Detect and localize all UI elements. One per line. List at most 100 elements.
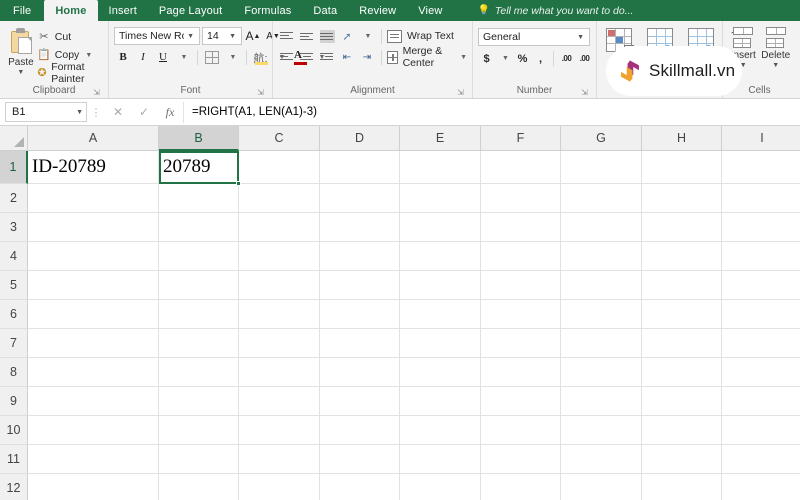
delete-caret-icon[interactable]: ▼ bbox=[772, 62, 779, 69]
tell-me-search[interactable]: 💡 Tell me what you want to do... bbox=[467, 0, 643, 21]
cell-B12[interactable] bbox=[159, 474, 239, 500]
underline-button[interactable]: U bbox=[154, 48, 172, 66]
cell-E4[interactable] bbox=[400, 242, 481, 271]
select-all-corner[interactable] bbox=[0, 126, 28, 151]
cell-G10[interactable] bbox=[561, 416, 642, 445]
cell-H10[interactable] bbox=[642, 416, 722, 445]
cell-F10[interactable] bbox=[481, 416, 561, 445]
cell-A5[interactable] bbox=[28, 271, 159, 300]
cell-A8[interactable] bbox=[28, 358, 159, 387]
decrease-indent-button[interactable]: ⇤ bbox=[338, 48, 356, 66]
column-header-B[interactable]: B bbox=[159, 126, 239, 151]
cell-I7[interactable] bbox=[722, 329, 800, 358]
cell-I4[interactable] bbox=[722, 242, 800, 271]
merge-center-button[interactable]: Merge & Center ▼ bbox=[386, 45, 467, 69]
align-center-button[interactable] bbox=[298, 48, 316, 66]
cell-C7[interactable] bbox=[239, 329, 320, 358]
fill-handle[interactable] bbox=[236, 181, 241, 186]
cell-G1[interactable] bbox=[561, 151, 642, 184]
cell-C12[interactable] bbox=[239, 474, 320, 500]
cell-G9[interactable] bbox=[561, 387, 642, 416]
align-top-button[interactable] bbox=[278, 27, 296, 45]
fill-color-button[interactable]: 航; bbox=[252, 48, 270, 66]
cell-B3[interactable] bbox=[159, 213, 239, 242]
cell-G2[interactable] bbox=[561, 184, 642, 213]
cell-F4[interactable] bbox=[481, 242, 561, 271]
column-header-E[interactable]: E bbox=[400, 126, 481, 151]
cell-C9[interactable] bbox=[239, 387, 320, 416]
cell-B1[interactable]: 20789 bbox=[159, 151, 239, 184]
cell-E12[interactable] bbox=[400, 474, 481, 500]
cell-D10[interactable] bbox=[320, 416, 400, 445]
merge-center-caret-icon[interactable]: ▼ bbox=[460, 54, 467, 61]
cell-G3[interactable] bbox=[561, 213, 642, 242]
cell-G8[interactable] bbox=[561, 358, 642, 387]
cell-H5[interactable] bbox=[642, 271, 722, 300]
cell-A4[interactable] bbox=[28, 242, 159, 271]
cell-H11[interactable] bbox=[642, 445, 722, 474]
delete-cells-button[interactable]: Delete ▼ bbox=[761, 27, 792, 69]
cell-H6[interactable] bbox=[642, 300, 722, 329]
cell-C8[interactable] bbox=[239, 358, 320, 387]
column-header-H[interactable]: H bbox=[642, 126, 722, 151]
cell-E2[interactable] bbox=[400, 184, 481, 213]
accounting-caret-icon[interactable]: ▼ bbox=[496, 50, 513, 67]
column-header-D[interactable]: D bbox=[320, 126, 400, 151]
borders-dropdown-caret-icon[interactable]: ▼ bbox=[223, 48, 241, 66]
formula-input[interactable]: =RIGHT(A1, LEN(A1)-3) bbox=[183, 101, 796, 123]
paste-dropdown-caret-icon[interactable]: ▼ bbox=[17, 69, 24, 76]
cell-H8[interactable] bbox=[642, 358, 722, 387]
cell-I6[interactable] bbox=[722, 300, 800, 329]
cell-D4[interactable] bbox=[320, 242, 400, 271]
cell-C11[interactable] bbox=[239, 445, 320, 474]
cell-H7[interactable] bbox=[642, 329, 722, 358]
tab-formulas[interactable]: Formulas bbox=[233, 0, 302, 21]
cell-C4[interactable] bbox=[239, 242, 320, 271]
cell-D5[interactable] bbox=[320, 271, 400, 300]
cell-F12[interactable] bbox=[481, 474, 561, 500]
align-bottom-button[interactable] bbox=[318, 27, 336, 45]
tab-home[interactable]: Home bbox=[44, 0, 98, 21]
row-header-11[interactable]: 11 bbox=[0, 445, 28, 474]
tab-page-layout[interactable]: Page Layout bbox=[148, 0, 233, 21]
cell-F9[interactable] bbox=[481, 387, 561, 416]
cell-F3[interactable] bbox=[481, 213, 561, 242]
cell-B9[interactable] bbox=[159, 387, 239, 416]
clipboard-dialog-launcher[interactable]: ⇲ bbox=[92, 88, 101, 97]
cell-B5[interactable] bbox=[159, 271, 239, 300]
cell-H9[interactable] bbox=[642, 387, 722, 416]
row-header-3[interactable]: 3 bbox=[0, 213, 28, 242]
cell-B2[interactable] bbox=[159, 184, 239, 213]
column-header-G[interactable]: G bbox=[561, 126, 642, 151]
wrap-text-button[interactable]: Wrap Text bbox=[387, 27, 454, 45]
cell-F8[interactable] bbox=[481, 358, 561, 387]
cell-F11[interactable] bbox=[481, 445, 561, 474]
align-right-button[interactable] bbox=[318, 48, 336, 66]
column-header-F[interactable]: F bbox=[481, 126, 561, 151]
cell-A7[interactable] bbox=[28, 329, 159, 358]
alignment-dialog-launcher[interactable]: ⇲ bbox=[456, 88, 465, 97]
row-header-7[interactable]: 7 bbox=[0, 329, 28, 358]
cell-D9[interactable] bbox=[320, 387, 400, 416]
cell-A11[interactable] bbox=[28, 445, 159, 474]
cell-E8[interactable] bbox=[400, 358, 481, 387]
comma-style-button[interactable]: , bbox=[532, 50, 549, 67]
cell-C6[interactable] bbox=[239, 300, 320, 329]
cell-F7[interactable] bbox=[481, 329, 561, 358]
increase-decimal-button[interactable]: .00 bbox=[558, 50, 575, 67]
cell-I10[interactable] bbox=[722, 416, 800, 445]
cell-I11[interactable] bbox=[722, 445, 800, 474]
cell-E9[interactable] bbox=[400, 387, 481, 416]
percent-style-button[interactable]: % bbox=[514, 50, 531, 67]
cell-I9[interactable] bbox=[722, 387, 800, 416]
tab-review[interactable]: Review bbox=[348, 0, 407, 21]
cell-A9[interactable] bbox=[28, 387, 159, 416]
tab-file[interactable]: File bbox=[0, 0, 44, 21]
cell-G11[interactable] bbox=[561, 445, 642, 474]
cell-C3[interactable] bbox=[239, 213, 320, 242]
cancel-formula-button[interactable]: ✕ bbox=[105, 105, 131, 119]
increase-indent-button[interactable]: ⇥ bbox=[358, 48, 376, 66]
cell-F2[interactable] bbox=[481, 184, 561, 213]
cell-B4[interactable] bbox=[159, 242, 239, 271]
number-format-combo[interactable]: General ▼ bbox=[478, 28, 590, 46]
